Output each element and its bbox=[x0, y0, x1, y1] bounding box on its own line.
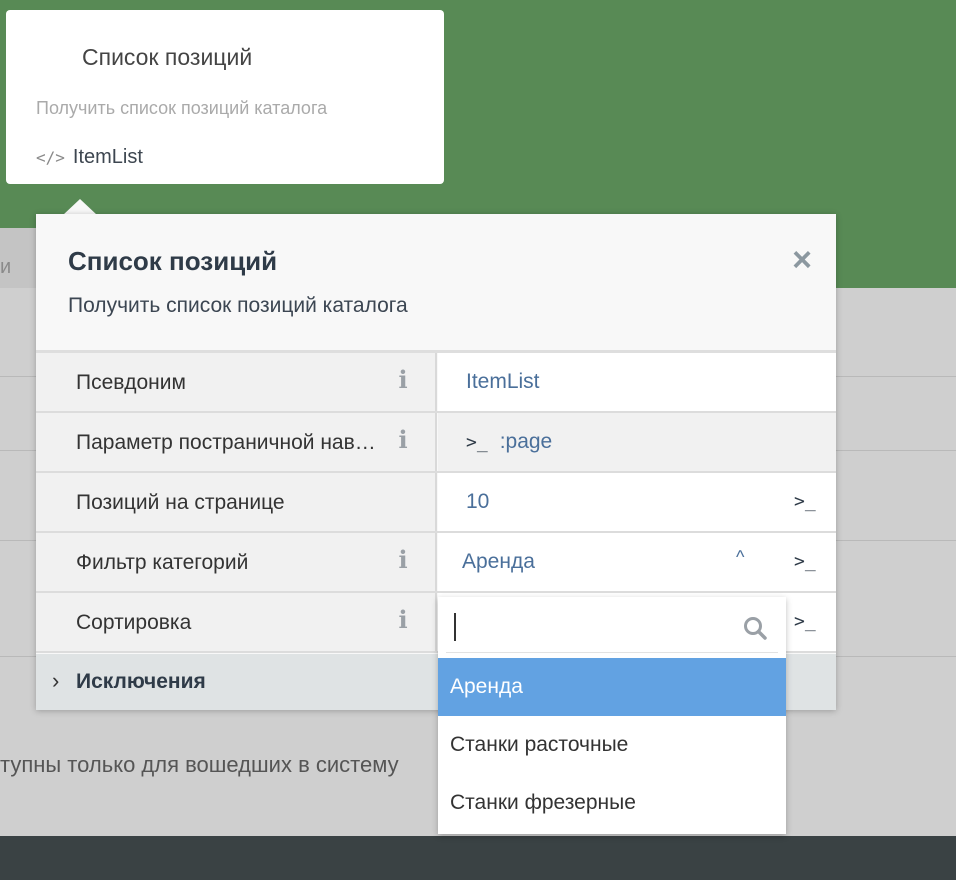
info-icon[interactable]: i bbox=[396, 427, 410, 453]
close-icon[interactable]: × bbox=[786, 243, 818, 277]
info-icon[interactable]: i bbox=[396, 367, 410, 393]
background-tab-label: и bbox=[0, 256, 12, 278]
per-page-value: 10 bbox=[466, 490, 490, 513]
terminal-icon[interactable]: >_ bbox=[794, 491, 816, 512]
category-filter-value: Аренда bbox=[462, 550, 535, 573]
method-card-code: </> ItemList bbox=[36, 146, 143, 169]
dropdown-option[interactable]: Аренда bbox=[438, 658, 786, 716]
chevron-right-icon: › bbox=[52, 668, 60, 693]
background-bottom-bar bbox=[0, 836, 956, 880]
terminal-icon[interactable]: >_ bbox=[794, 551, 816, 572]
method-card[interactable]: Список позиций Получить список позиций к… bbox=[6, 10, 444, 184]
info-icon[interactable]: i bbox=[396, 547, 410, 573]
settings-row-label: Сортировка bbox=[76, 611, 192, 634]
pagination-value-field[interactable]: >_ :page bbox=[438, 413, 836, 471]
method-code-name: ItemList bbox=[72, 146, 143, 168]
dropdown-search bbox=[446, 601, 778, 653]
alias-value: ItemList bbox=[466, 370, 540, 393]
pagination-value-text: :page bbox=[499, 430, 553, 453]
alias-value-field[interactable]: ItemList bbox=[438, 353, 836, 411]
settings-row-label-cell: Сортировка i bbox=[36, 593, 437, 651]
dropdown-search-input[interactable] bbox=[460, 611, 730, 643]
code-icon: </> bbox=[36, 148, 65, 167]
terminal-icon: >_ bbox=[466, 432, 488, 453]
popup-subtitle: Получить список позиций каталога bbox=[68, 294, 408, 317]
settings-row-label-cell: Параметр постраничной навигации i bbox=[36, 413, 437, 471]
exclusions-label: Исключения bbox=[76, 670, 206, 693]
settings-row-label: Псевдоним bbox=[76, 371, 186, 394]
background-footer-text: тупны только для вошедших в систему bbox=[0, 752, 399, 777]
settings-row-category-filter: Фильтр категорий i Аренда ^ >_ bbox=[36, 533, 836, 593]
per-page-value-field[interactable]: 10 bbox=[438, 473, 836, 531]
category-filter-select[interactable]: Аренда bbox=[438, 533, 836, 591]
dropdown-option[interactable]: Станки фрезерные bbox=[438, 774, 786, 832]
text-cursor bbox=[454, 613, 456, 641]
method-card-title: Список позиций bbox=[82, 44, 253, 70]
category-dropdown: Аренда Станки расточные Станки фрезерные bbox=[438, 597, 786, 834]
settings-row-label: Позиций на странице bbox=[76, 491, 285, 514]
chevron-up-icon[interactable]: ^ bbox=[736, 547, 744, 568]
settings-row-alias: Псевдоним i ItemList bbox=[36, 353, 836, 413]
method-card-subtitle: Получить список позиций каталога bbox=[36, 98, 328, 118]
settings-row-label-cell: Позиций на странице bbox=[36, 473, 437, 531]
settings-row-label: Параметр постраничной навигации bbox=[76, 431, 384, 454]
settings-row-label: Фильтр категорий bbox=[76, 551, 249, 574]
info-icon[interactable]: i bbox=[396, 607, 410, 633]
settings-row-label-cell: Псевдоним i bbox=[36, 353, 437, 411]
search-icon bbox=[744, 617, 767, 640]
dropdown-options: Аренда Станки расточные Станки фрезерные bbox=[438, 658, 786, 832]
settings-row-per-page: Позиций на странице 10 >_ bbox=[36, 473, 836, 533]
popup-title: Список позиций bbox=[68, 246, 278, 276]
dropdown-option[interactable]: Станки расточные bbox=[438, 716, 786, 774]
pagination-value: >_ :page bbox=[466, 430, 552, 454]
settings-row-label-cell: Фильтр категорий i bbox=[36, 533, 437, 591]
settings-row-pagination: Параметр постраничной навигации i >_ :pag… bbox=[36, 413, 836, 473]
popup-caret bbox=[63, 199, 97, 215]
terminal-icon[interactable]: >_ bbox=[794, 611, 816, 632]
